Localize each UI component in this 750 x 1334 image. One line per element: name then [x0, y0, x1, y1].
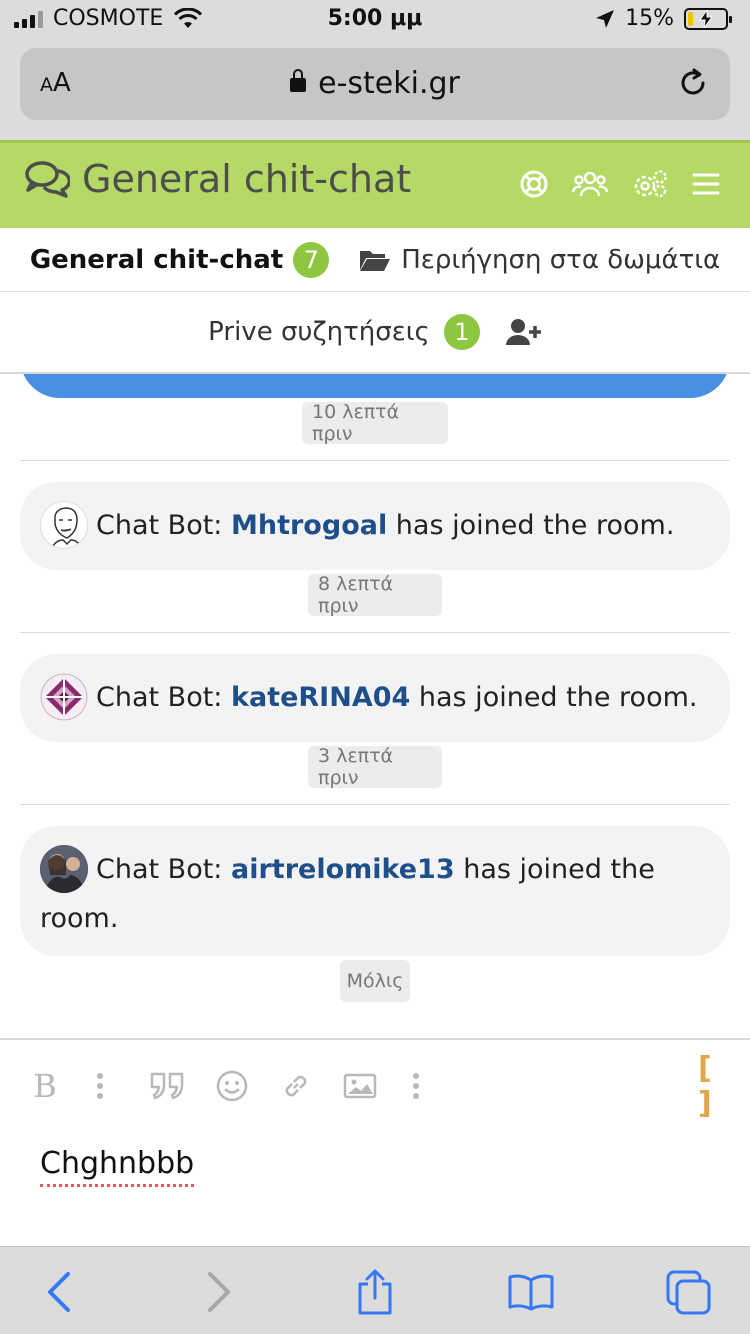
charging-bolt-icon: [699, 9, 713, 28]
bold-button[interactable]: B: [30, 1064, 60, 1108]
private-count-badge: 1: [443, 314, 480, 350]
message-timestamp: 10 λεπτά πριν: [302, 401, 448, 445]
message-sender: Chat Bot:: [96, 510, 223, 541]
tab-general-chit-chat[interactable]: General chit-chat 7: [29, 241, 330, 278]
link-icon: [285, 1075, 307, 1097]
chevron-left-icon: [48, 1272, 70, 1312]
chat-messages[interactable]: 10 λεπτά πριν Chat Bot: Mhtrogoal has jo…: [0, 374, 750, 1038]
battery-level: [688, 11, 694, 26]
message-divider: [20, 632, 730, 633]
chevron-right-icon: [208, 1272, 230, 1312]
chat-message: Chat Bot: Mhtrogoal has joined the room.: [20, 482, 730, 570]
avatar[interactable]: [40, 500, 88, 549]
folder-open-icon: [360, 250, 391, 271]
tab-browse-rooms[interactable]: Περιήγηση στα δωμάτια: [359, 245, 720, 275]
share-button[interactable]: [350, 1267, 400, 1317]
avatar[interactable]: [40, 672, 88, 721]
message-username[interactable]: Mhtrogoal: [231, 510, 387, 541]
message-sender: Chat Bot:: [96, 682, 223, 713]
support-icon[interactable]: [520, 170, 548, 198]
add-user-icon[interactable]: [505, 318, 542, 346]
tab-row: Prive συζητήσεις 1: [0, 292, 750, 372]
header-actions: [520, 169, 720, 199]
chat-bubbles-icon: [25, 161, 70, 198]
link-button[interactable]: [278, 1064, 314, 1108]
page-title: General chit-chat: [82, 157, 412, 201]
tab-general-label: General chit-chat: [29, 244, 284, 275]
message-text: has joined the room.: [387, 510, 675, 541]
tab-row: General chit-chat 7 Περιήγηση στα δωμάτι…: [0, 228, 750, 292]
message-timestamp: Μόλις: [340, 960, 410, 1002]
bookmarks-button[interactable]: [506, 1267, 556, 1317]
location-arrow-icon: [596, 9, 615, 28]
menu-icon[interactable]: [692, 172, 720, 196]
image-button[interactable]: [342, 1064, 378, 1108]
more-options-button[interactable]: [406, 1064, 426, 1108]
message-timestamp: 8 λεπτά πριν: [308, 573, 442, 617]
chat-header: General chit-chat: [0, 140, 750, 228]
tabs-button[interactable]: [664, 1267, 714, 1317]
quote-button[interactable]: [148, 1064, 188, 1108]
battery-percent: 15%: [625, 6, 674, 31]
avatar[interactable]: [40, 844, 88, 893]
reload-icon[interactable]: [676, 66, 710, 100]
image-icon: [343, 1073, 377, 1099]
bbcode-toggle-button[interactable]: [ ]: [698, 1051, 734, 1121]
chat-message: Chat Bot: kateRINA04 has joined the room…: [20, 654, 730, 742]
vertical-dots-icon: [97, 1073, 103, 1099]
chat-message-bubble: [20, 374, 730, 398]
message-sender: Chat Bot:: [96, 854, 223, 885]
battery-icon: [684, 7, 732, 30]
emoji-button[interactable]: [214, 1064, 250, 1108]
message-divider: [20, 804, 730, 805]
unread-count-badge: 7: [293, 241, 330, 278]
tab-private-chats[interactable]: Prive συζητήσεις: [208, 317, 430, 347]
message-text: has joined the room.: [410, 682, 698, 713]
message-username[interactable]: airtrelomike13: [231, 854, 455, 885]
message-divider: [20, 460, 730, 461]
chat-message: Chat Bot: airtrelomike13 has joined the …: [20, 826, 730, 956]
status-right: 15%: [595, 6, 732, 31]
message-username[interactable]: kateRINA04: [231, 682, 410, 713]
browser-top-bar: AA e-steki.gr: [0, 42, 750, 140]
tab-browse-rooms-label: Περιήγηση στα δωμάτια: [401, 244, 721, 275]
share-icon: [358, 1269, 392, 1315]
users-icon[interactable]: [572, 170, 608, 198]
smiley-icon: [216, 1070, 248, 1102]
address-bar[interactable]: AA e-steki.gr: [20, 48, 730, 120]
tabs-icon: [666, 1270, 711, 1315]
message-timestamp: 3 λεπτά πριν: [308, 745, 442, 789]
forward-button[interactable]: [194, 1267, 244, 1317]
editor-toolbar: B []: [30, 1051, 730, 1121]
message-input[interactable]: Chghnbbb: [40, 1144, 195, 1187]
message-editor: B [] Chghnbbb: [0, 1038, 750, 1246]
back-button[interactable]: [34, 1267, 84, 1317]
settings-icon[interactable]: [632, 169, 668, 199]
browser-bottom-bar: [0, 1246, 750, 1334]
chat-title: General chit-chat: [24, 157, 411, 201]
chat-tabs: General chit-chat 7 Περιήγηση στα δωμάτι…: [0, 228, 750, 374]
book-icon: [508, 1274, 554, 1311]
ios-status-bar: COSMOTE 5:00 μμ 15%: [0, 0, 750, 42]
url-text[interactable]: e-steki.gr: [20, 66, 730, 101]
vertical-dots-icon: [413, 1073, 419, 1099]
quote-icon: [150, 1072, 184, 1100]
lock-icon: [290, 69, 307, 92]
more-options-button[interactable]: [90, 1064, 110, 1108]
